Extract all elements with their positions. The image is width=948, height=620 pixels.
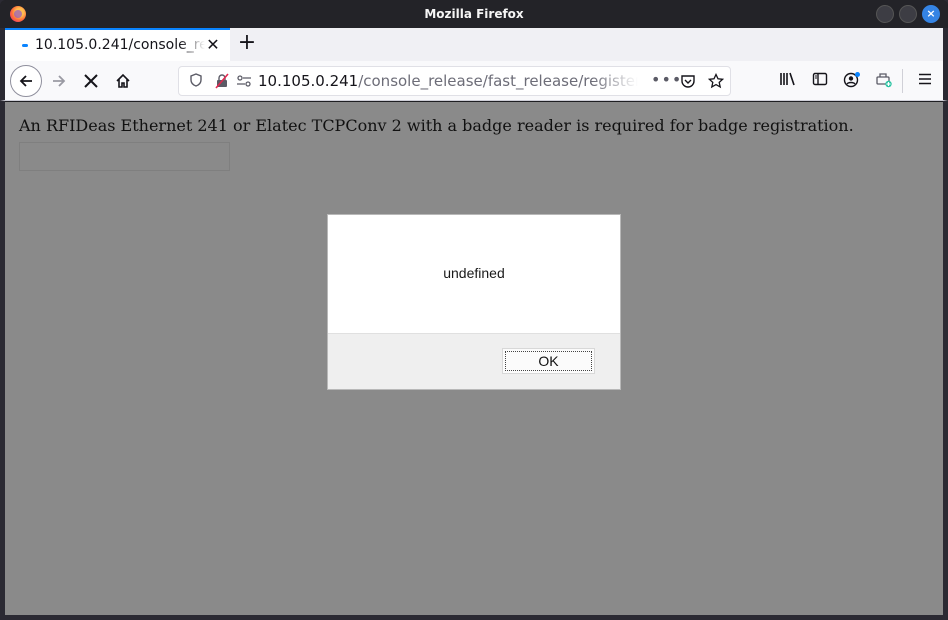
forward-button[interactable] [43, 65, 75, 97]
forward-arrow-icon [53, 75, 66, 87]
url-text[interactable]: 10.105.0.241/console_release/fast_releas… [258, 72, 638, 90]
tab-strip: 10.105.0.241/console_release/fast_releas… [0, 28, 948, 61]
badge-id-input[interactable] [19, 142, 230, 171]
firefox-window: Mozilla Firefox × 10.105.0.241/console_r… [0, 0, 948, 620]
ok-button[interactable]: OK [502, 348, 595, 374]
window-close-button[interactable]: × [922, 5, 940, 23]
badge-requirement-message: An RFIDeas Ethernet 241 or Elatec TCPCon… [19, 116, 854, 135]
library-icon[interactable] [778, 71, 798, 91]
hamburger-menu-icon[interactable] [915, 71, 935, 91]
page-actions-menu-icon[interactable]: ••• [651, 70, 682, 89]
close-icon: × [926, 7, 936, 20]
extension-icon[interactable] [874, 71, 894, 91]
sidebar-icon[interactable] [810, 71, 830, 91]
back-button[interactable] [10, 65, 42, 97]
alert-footer: OK [328, 333, 620, 389]
bookmark-star-icon[interactable] [707, 72, 725, 91]
navigation-toolbar: 10.105.0.241/console_release/fast_releas… [0, 61, 948, 101]
pocket-icon[interactable] [679, 73, 697, 91]
alert-message: undefined [443, 265, 505, 281]
stop-icon [84, 74, 98, 88]
new-tab-button[interactable]: + [234, 30, 260, 56]
title-bar: Mozilla Firefox × [0, 0, 948, 28]
loading-indicator-icon [22, 44, 28, 47]
url-host: 10.105.0.241 [258, 72, 359, 90]
tab-title: 10.105.0.241/console_release/fast_releas… [35, 37, 205, 53]
maximize-button[interactable] [899, 5, 917, 23]
home-button[interactable] [107, 65, 139, 97]
tab-close-button[interactable]: ✕ [205, 35, 221, 55]
toolbar-separator [902, 69, 903, 93]
address-bar[interactable]: 10.105.0.241/console_release/fast_releas… [178, 66, 731, 96]
stop-button[interactable] [75, 65, 107, 97]
account-icon[interactable] [842, 71, 862, 91]
ok-button-label: OK [505, 351, 592, 371]
window-border-right [943, 101, 948, 616]
window-title: Mozilla Firefox [424, 7, 524, 21]
url-path: /console_release/fast_release/register_b… [358, 72, 638, 90]
tracking-shield-icon[interactable] [187, 73, 205, 91]
insecure-lock-icon[interactable] [213, 73, 231, 91]
alert-dialog: undefined OK [327, 214, 621, 390]
tab-active[interactable]: 10.105.0.241/console_release/fast_releas… [5, 28, 230, 61]
window-border-bottom [0, 615, 948, 620]
back-arrow-icon [19, 75, 32, 87]
permissions-icon[interactable] [235, 73, 253, 91]
home-icon [116, 73, 130, 88]
minimize-button[interactable] [876, 5, 894, 23]
